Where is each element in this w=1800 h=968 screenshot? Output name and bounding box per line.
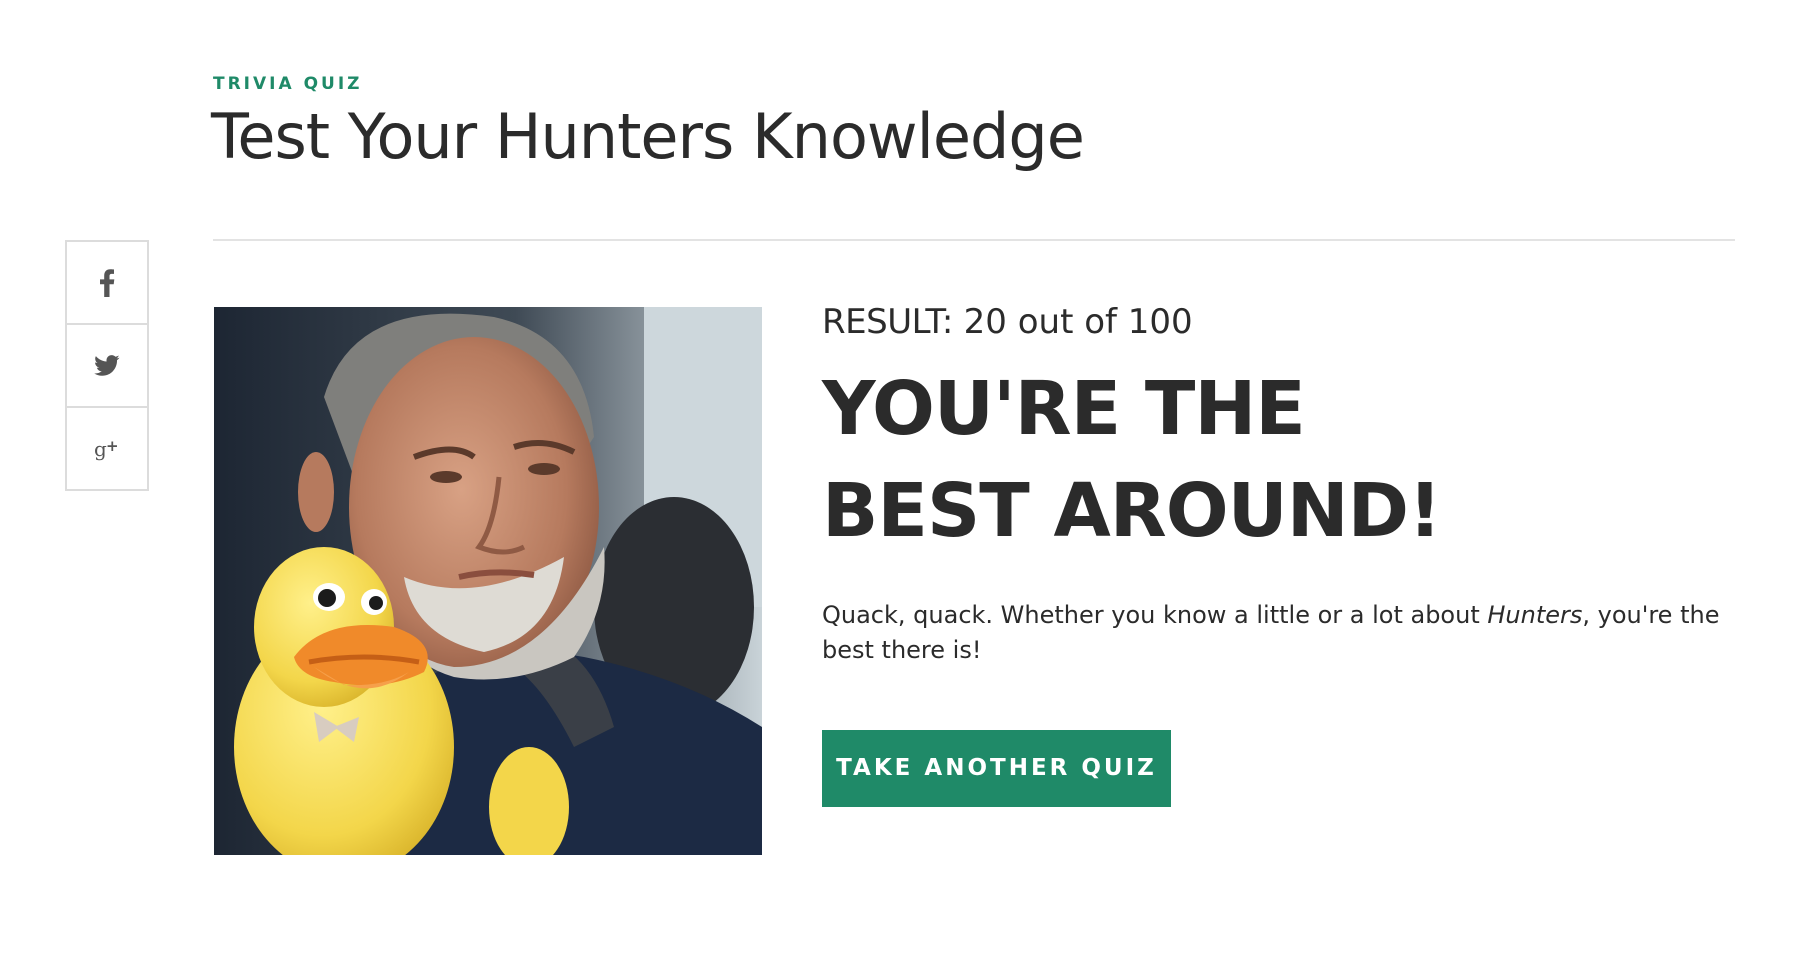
twitter-icon	[94, 354, 120, 377]
result-heading: YOU'RE THE BEST AROUND!	[822, 366, 1442, 555]
share-bar: g +	[65, 240, 149, 491]
google-plus-icon: g +	[94, 437, 120, 461]
quiz-category-label: TRIVIA QUIZ	[213, 74, 363, 94]
facebook-icon	[99, 268, 115, 297]
facebook-share-button[interactable]	[67, 242, 147, 323]
page-title: Test Your Hunters Knowledge	[211, 100, 1085, 173]
result-image	[214, 307, 762, 855]
show-title-emphasis: Hunters	[1487, 601, 1583, 630]
svg-text:+: +	[106, 437, 119, 455]
man-with-duck-photo	[214, 307, 762, 855]
twitter-share-button[interactable]	[67, 323, 147, 406]
google-plus-share-button[interactable]: g +	[67, 406, 147, 489]
header-divider	[213, 239, 1735, 241]
result-description: Quack, quack. Whether you know a little …	[822, 598, 1722, 668]
result-score-value: 20 out of 100	[963, 302, 1193, 342]
take-another-quiz-button[interactable]: TAKE ANOTHER QUIZ	[822, 730, 1171, 808]
result-description-text: Quack, quack. Whether you know a little …	[822, 601, 1488, 630]
quiz-result-page: TRIVIA QUIZ Test Your Hunters Knowledge …	[0, 0, 1800, 968]
result-score: RESULT: 20 out of 100	[822, 300, 1722, 344]
result-panel: RESULT: 20 out of 100 YOU'RE THE BEST AR…	[822, 300, 1722, 808]
result-score-label: RESULT:	[822, 302, 953, 342]
